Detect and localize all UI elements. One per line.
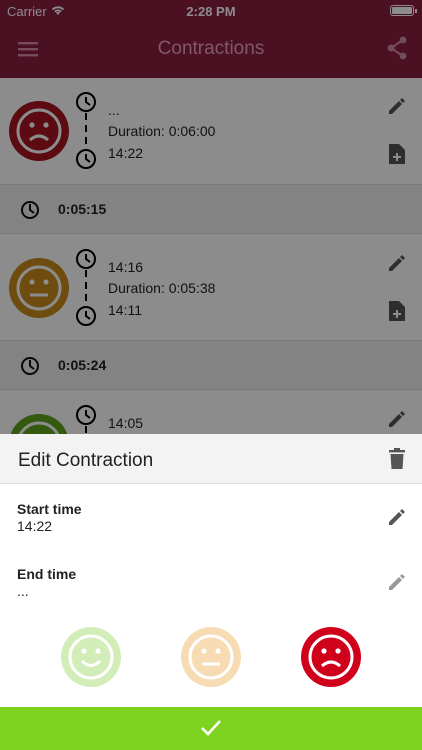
confirm-button[interactable] [0, 707, 422, 750]
sheet-header: Edit Contraction [0, 434, 422, 484]
neutral-face-icon [188, 634, 234, 680]
edit-start-time-icon[interactable] [386, 506, 408, 533]
edit-end-time-icon[interactable] [386, 571, 408, 598]
start-time-label: Start time [17, 501, 82, 517]
sad-mood-button[interactable] [301, 627, 361, 687]
happy-face-icon [68, 634, 114, 680]
modal-backdrop[interactable] [0, 0, 422, 434]
end-time-label: End time [17, 566, 77, 582]
happy-mood-button[interactable] [61, 627, 121, 687]
neutral-mood-button[interactable] [181, 627, 241, 687]
checkmark-icon [200, 718, 222, 743]
delete-icon[interactable] [388, 448, 406, 475]
start-time-value: 14:22 [17, 518, 53, 534]
end-time-value: ... [17, 583, 29, 599]
sad-face-icon [308, 634, 354, 680]
sheet-title: Edit Contraction [18, 450, 154, 471]
edit-contraction-sheet: Edit Contraction Start time 14:22 End ti… [0, 434, 422, 750]
